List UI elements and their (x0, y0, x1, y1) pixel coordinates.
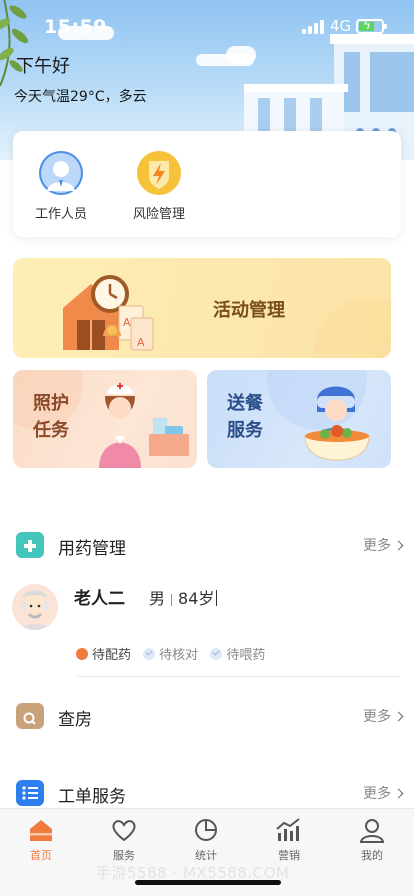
tab-label: 营销 (278, 849, 300, 862)
weather-text: 今天气温29°C，多云 (14, 89, 147, 105)
more-label: 更多 (363, 709, 391, 725)
user-icon (359, 819, 385, 843)
room-search-icon (16, 703, 44, 729)
tab-service[interactable]: 服务 (94, 817, 154, 863)
medication-status-tags: 待配药 待核对 待喂药 (76, 642, 273, 663)
meal-line2: 服务 (227, 420, 263, 441)
quick-action-staff[interactable]: 工作人员 (21, 151, 101, 222)
elderly-avatar (12, 584, 58, 630)
more-dots-icon (76, 642, 88, 660)
tab-label: 统计 (195, 849, 217, 862)
quick-actions-card: 工作人员 风险管理 (13, 131, 401, 237)
pie-chart-icon (195, 819, 217, 841)
resident-meta: 男 84岁 (149, 585, 218, 609)
greeting-text: 下午好 (16, 56, 70, 77)
resident-name: 老人二 (74, 589, 125, 609)
tag-label: 待核对 (159, 648, 199, 663)
check-icon (210, 648, 223, 660)
status-tag-pending-dispense[interactable]: 待配药 (76, 642, 132, 663)
lightning-shield-icon (137, 151, 181, 195)
activity-management-tile[interactable]: A A 活动管理 (13, 258, 391, 358)
care-task-title: 照护 任务 (33, 390, 83, 444)
rounds-section-title: 查房 (58, 710, 92, 730)
more-label: 更多 (363, 786, 391, 802)
trend-chart-icon (276, 818, 300, 841)
tag-label: 待喂药 (226, 648, 266, 663)
tag-label: 待配药 (92, 648, 132, 663)
battery-icon: ϟ (356, 18, 387, 34)
nurse-illustration (99, 383, 189, 468)
rounds-section-header: 查房 更多 (16, 701, 404, 731)
tab-label: 首页 (30, 849, 52, 862)
quick-action-risk[interactable]: 风险管理 (119, 151, 199, 222)
workorder-more-link[interactable]: 更多 (363, 783, 404, 803)
heart-icon (112, 820, 136, 842)
care-task-line2: 任务 (33, 420, 69, 441)
delivery-person-illustration (304, 386, 370, 461)
chevron-right-icon (393, 788, 404, 799)
status-tag-pending-check[interactable]: 待核对 (143, 644, 198, 663)
divider (76, 676, 400, 677)
check-icon (143, 648, 156, 660)
svg-text:A: A (123, 316, 131, 329)
signal-icon (302, 20, 324, 34)
tab-label: 服务 (113, 849, 135, 862)
status-bar: 15:59 4G ϟ (0, 0, 414, 48)
tab-profile[interactable]: 我的 (342, 817, 402, 863)
more-label: 更多 (363, 538, 391, 554)
rounds-more-link[interactable]: 更多 (363, 706, 404, 726)
medicine-kit-icon (16, 532, 44, 558)
tab-statistics[interactable]: 统计 (176, 817, 236, 863)
decor-circle (313, 298, 391, 358)
chevron-right-icon (393, 711, 404, 722)
medication-section-title: 用药管理 (58, 539, 126, 559)
meal-line1: 送餐 (227, 393, 263, 414)
tab-home[interactable]: 首页 (11, 817, 71, 863)
list-icon (16, 780, 44, 806)
meal-delivery-tile[interactable]: 送餐 服务 (207, 370, 391, 468)
staff-icon (39, 151, 83, 195)
status-tag-pending-feed[interactable]: 待喂药 (210, 644, 265, 663)
tab-marketing[interactable]: 营销 (259, 817, 319, 863)
home-indicator[interactable] (135, 880, 281, 885)
tab-label: 我的 (361, 849, 383, 862)
resident-gender: 男 (149, 589, 166, 608)
resident-age: 84岁 (178, 589, 215, 608)
quick-action-label: 风险管理 (132, 207, 185, 222)
meal-delivery-title: 送餐 服务 (227, 390, 277, 444)
activity-title: 活动管理 (213, 300, 285, 321)
care-task-line1: 照护 (33, 393, 69, 414)
quick-action-label: 工作人员 (34, 207, 87, 222)
workorder-section-header: 工单服务 更多 (16, 778, 404, 808)
chevron-right-icon (393, 540, 404, 551)
separator (171, 593, 173, 606)
svg-text:A: A (137, 336, 145, 349)
house-clock-illustration: A A (63, 275, 154, 351)
home-icon (30, 820, 52, 841)
medication-section-header: 用药管理 更多 (16, 530, 404, 560)
medication-more-link[interactable]: 更多 (363, 535, 404, 555)
status-time: 15:59 (44, 16, 107, 38)
text-cursor (216, 590, 218, 606)
workorder-section-title: 工单服务 (58, 787, 126, 807)
care-task-tile[interactable]: 照护 任务 (13, 370, 197, 468)
resident-card[interactable]: 老人二 男 84岁 待配药 待核对 待喂药 (12, 580, 402, 680)
network-label: 4G (330, 17, 352, 35)
